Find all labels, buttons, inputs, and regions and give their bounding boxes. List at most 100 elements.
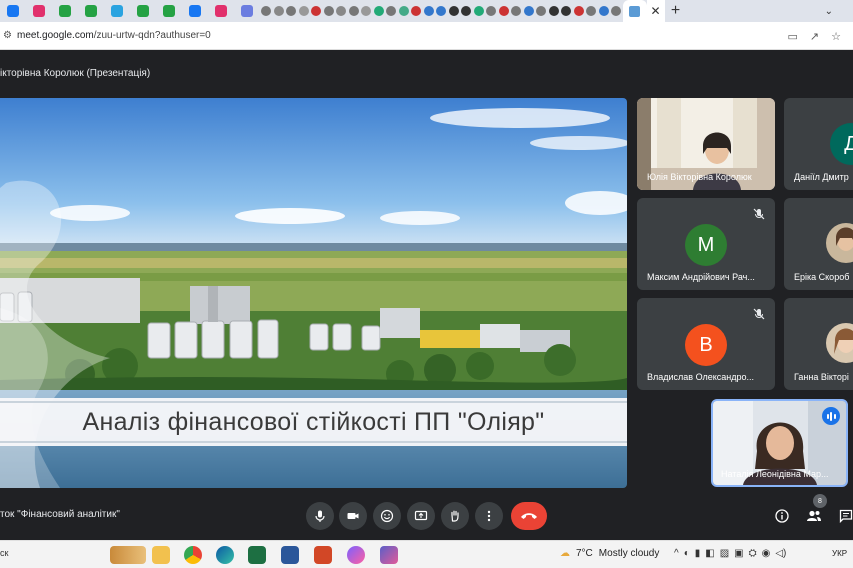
browser-tab[interactable] xyxy=(234,0,260,22)
browser-tab[interactable] xyxy=(26,0,52,22)
tray-app-icon[interactable]: ▨ xyxy=(720,548,729,559)
more-options-button[interactable] xyxy=(475,502,503,530)
taskbar-search[interactable]: ск xyxy=(0,548,8,558)
browser-tab[interactable] xyxy=(435,0,448,22)
participant-tile-vladyslav[interactable]: В Владислав Олександро... xyxy=(637,298,775,390)
site-info-icon[interactable]: ⚙ xyxy=(3,30,17,41)
browser-tab[interactable] xyxy=(348,0,361,22)
browser-tab[interactable] xyxy=(523,0,536,22)
file-explorer-icon[interactable] xyxy=(152,546,170,564)
tray-app-icon[interactable]: ⛭ xyxy=(749,548,757,559)
tray-app-icon[interactable]: ◧ xyxy=(705,548,714,559)
browser-tab[interactable] xyxy=(130,0,156,22)
browser-tab[interactable] xyxy=(360,0,373,22)
browser-tab[interactable] xyxy=(473,0,486,22)
participant-tile-daniil[interactable]: Д Даніїл Дмитр xyxy=(784,98,853,190)
browser-tab[interactable] xyxy=(0,0,26,22)
participant-tile-yuliia[interactable]: Юлія Вікторівна Королюк xyxy=(637,98,775,190)
active-tab[interactable] xyxy=(622,0,647,22)
browser-tab[interactable] xyxy=(560,0,573,22)
browser-tab[interactable] xyxy=(182,0,208,22)
tray-mic-icon[interactable]: ▮ xyxy=(695,548,701,559)
people-button[interactable] xyxy=(803,505,825,527)
tab-favicon-icon xyxy=(361,6,372,16)
camera-permission-icon[interactable]: ▭ xyxy=(788,30,798,43)
browser-tab[interactable] xyxy=(535,0,548,22)
browser-tab[interactable] xyxy=(335,0,348,22)
volume-icon[interactable]: ◁) xyxy=(775,548,786,559)
people-icon xyxy=(807,510,821,521)
browser-tab[interactable] xyxy=(548,0,561,22)
address-bar[interactable]: ⚙ meet.google.com/zuu-urtw-qdn?authuser=… xyxy=(0,22,853,50)
new-tab-button[interactable]: + xyxy=(665,0,687,22)
close-tab-button[interactable]: ✕ xyxy=(646,0,665,22)
chrome-icon[interactable] xyxy=(184,546,202,564)
url-text[interactable]: meet.google.com/zuu-urtw-qdn?authuser=0 xyxy=(17,30,211,41)
chat-button[interactable] xyxy=(835,505,853,527)
browser-tab[interactable] xyxy=(323,0,336,22)
microphone-button[interactable] xyxy=(306,502,334,530)
tray-app-icon[interactable]: ◐ xyxy=(684,548,690,559)
participant-tile-erika[interactable]: Еріка Скороб xyxy=(784,198,853,290)
browser-tab[interactable] xyxy=(448,0,461,22)
leave-call-button[interactable] xyxy=(511,502,547,530)
browser-tab[interactable] xyxy=(585,0,598,22)
emoji-reactions-button[interactable] xyxy=(373,502,401,530)
participant-avatar: Д xyxy=(830,123,853,165)
powerpoint-icon[interactable] xyxy=(314,546,332,564)
language-indicator[interactable]: УКР xyxy=(832,549,847,558)
browser-tab[interactable] xyxy=(260,0,273,22)
browser-tab[interactable] xyxy=(385,0,398,22)
network-icon[interactable]: ◉ xyxy=(762,548,771,559)
camera-button[interactable] xyxy=(339,502,367,530)
browser-tab[interactable] xyxy=(78,0,104,22)
browser-tab[interactable] xyxy=(498,0,511,22)
present-screen-button[interactable] xyxy=(407,502,435,530)
tab-favicon-icon xyxy=(33,5,45,17)
info-icon xyxy=(775,509,789,523)
browser-tab[interactable] xyxy=(373,0,386,22)
browser-tab[interactable] xyxy=(410,0,423,22)
share-icon[interactable]: ↗ xyxy=(810,30,819,43)
tab-favicon-icon xyxy=(448,6,459,16)
tab-search-chevron-icon[interactable]: ⌄ xyxy=(825,0,833,22)
excel-icon[interactable] xyxy=(248,546,266,564)
url-path: /zuu-urtw-qdn?authuser=0 xyxy=(93,30,211,41)
browser-tab[interactable] xyxy=(310,0,323,22)
participant-name: Юлія Вікторівна Королюк xyxy=(647,172,752,182)
browser-tab[interactable] xyxy=(104,0,130,22)
browser-tab[interactable] xyxy=(510,0,523,22)
show-hidden-icons-chevron-icon[interactable]: ^ xyxy=(674,548,679,559)
browser-tab[interactable] xyxy=(156,0,182,22)
browser-tab[interactable] xyxy=(398,0,411,22)
browser-tab[interactable] xyxy=(460,0,473,22)
browser-tab[interactable] xyxy=(285,0,298,22)
bookmark-star-icon[interactable]: ☆ xyxy=(831,30,841,43)
participant-tile-hanna[interactable]: Ганна Вікторі xyxy=(784,298,853,390)
browser-tab[interactable] xyxy=(485,0,498,22)
widgets-icon[interactable] xyxy=(110,546,146,564)
hang-up-icon xyxy=(521,513,537,519)
browser-tab[interactable] xyxy=(598,0,611,22)
browser-tab[interactable] xyxy=(208,0,234,22)
browser-tab[interactable] xyxy=(273,0,286,22)
raise-hand-button[interactable] xyxy=(441,502,469,530)
teams-icon[interactable] xyxy=(380,546,398,564)
meeting-details-button[interactable] xyxy=(771,505,793,527)
browser-tab[interactable] xyxy=(573,0,586,22)
word-icon[interactable] xyxy=(281,546,299,564)
tab-favicon-icon xyxy=(486,6,497,16)
weather-widget[interactable]: ☁ 7°C Mostly cloudy xyxy=(560,548,659,559)
browser-tab[interactable] xyxy=(52,0,78,22)
browser-tab[interactable] xyxy=(610,0,623,22)
tab-favicon-icon xyxy=(163,5,175,17)
mic-off-icon xyxy=(753,308,765,320)
browser-tab[interactable] xyxy=(298,0,311,22)
edge-icon[interactable] xyxy=(216,546,234,564)
copilot-icon[interactable] xyxy=(347,546,365,564)
browser-tab[interactable] xyxy=(423,0,436,22)
browser-tab-strip: ✕ + ⌄ xyxy=(0,0,853,22)
tray-app-icon[interactable]: ▣ xyxy=(734,548,743,559)
participant-tile-maksym[interactable]: М Максим Андрійович Рач... xyxy=(637,198,775,290)
self-view-tile[interactable]: Наталія Леонідівна Мар... xyxy=(711,399,848,487)
